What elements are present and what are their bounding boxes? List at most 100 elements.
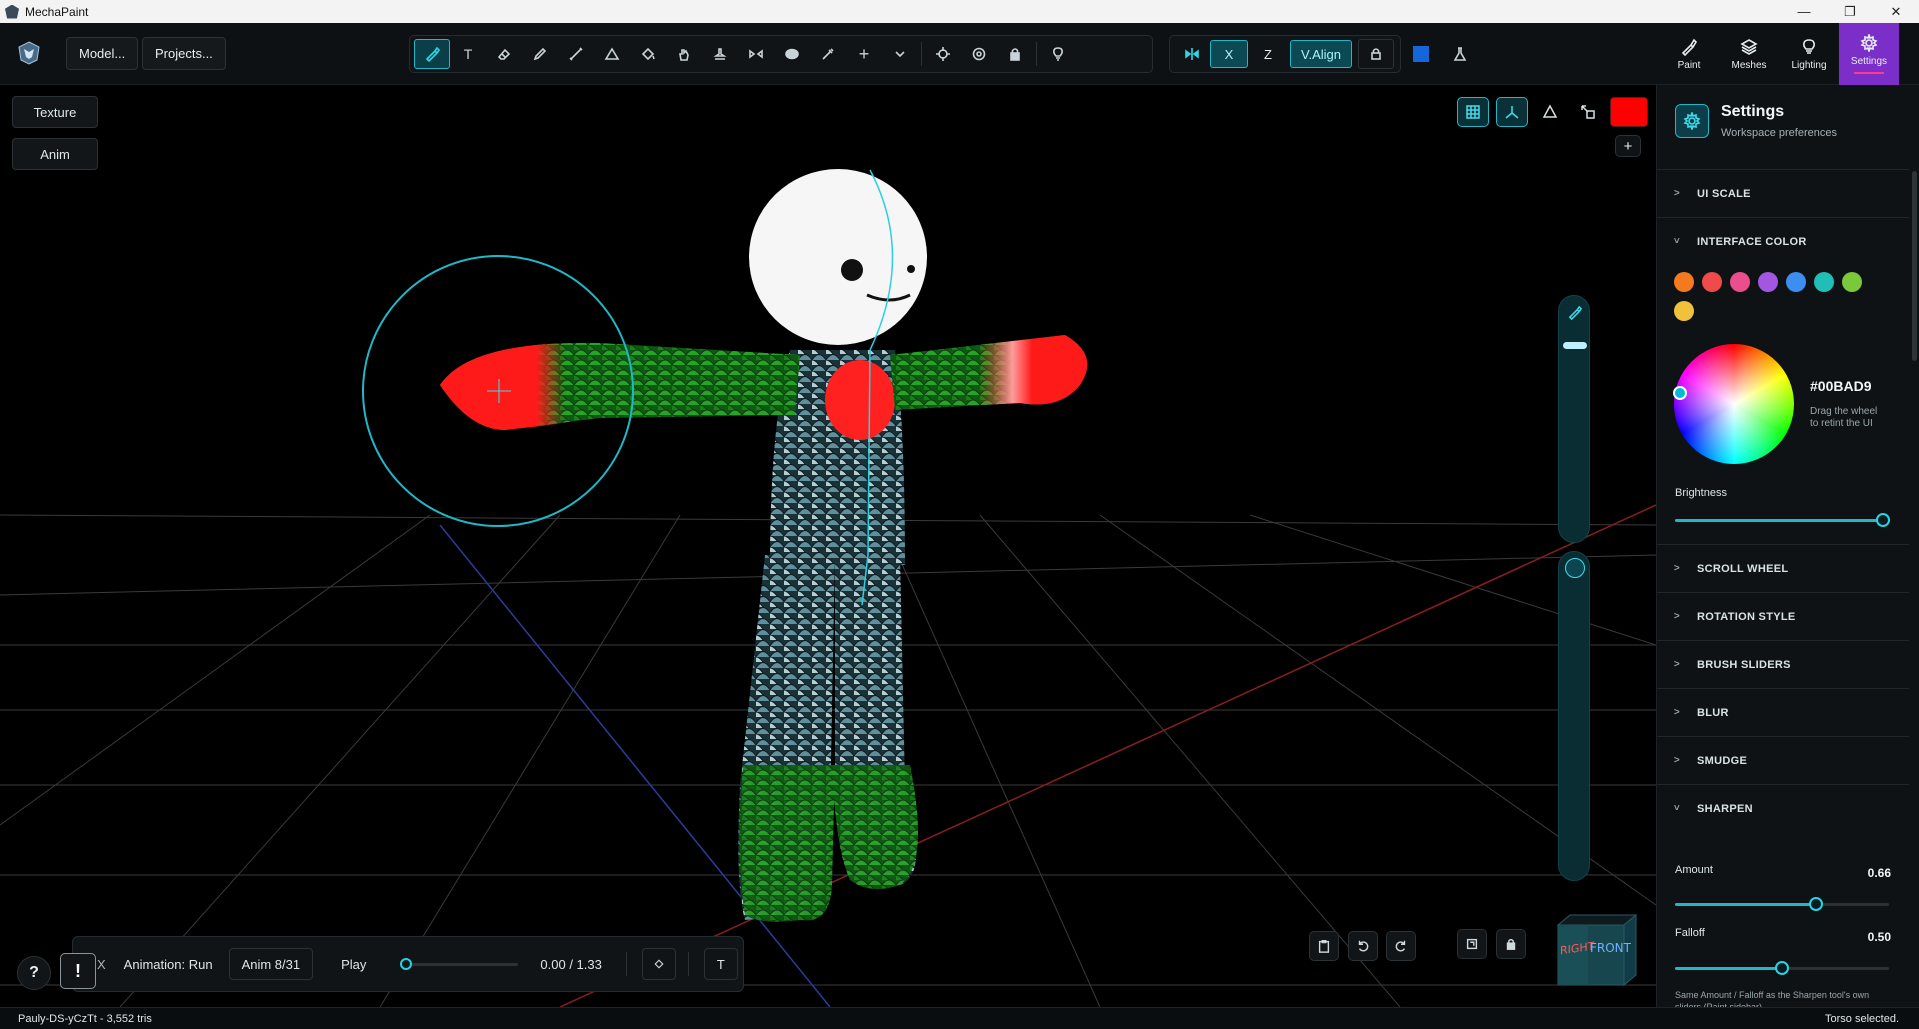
timeline-knob[interactable] (400, 957, 413, 970)
wireframe-toggle[interactable] (1534, 97, 1566, 127)
mode-tab-lighting[interactable]: Lighting (1779, 23, 1839, 85)
color-swatch[interactable] (1730, 272, 1750, 292)
model-menu-button[interactable]: Model... (66, 37, 139, 70)
animation-counter[interactable]: Anim 8/31 (228, 948, 314, 980)
close-button[interactable]: ✕ (1873, 0, 1919, 23)
brush-size-handle[interactable] (1563, 342, 1587, 349)
chevron-down-icon (895, 51, 905, 58)
scene-canvas[interactable] (0, 85, 1656, 1007)
animation-timeline[interactable] (400, 957, 519, 970)
section-smudge[interactable]: > SMUDGE (1657, 736, 1909, 784)
mode-tab-paint[interactable]: Paint (1659, 23, 1719, 85)
minimize-button[interactable]: — (1781, 0, 1827, 23)
slider-knob[interactable] (1775, 961, 1789, 975)
add-viewport-button[interactable]: + (1615, 135, 1641, 157)
brightness-slider[interactable] (1675, 513, 1890, 527)
section-rotation-style[interactable]: > ROTATION STYLE (1657, 592, 1909, 640)
opacity-handle[interactable] (1565, 558, 1585, 578)
color-swatch[interactable] (1702, 272, 1722, 292)
3d-viewport[interactable]: + X Animation: Run Anim 8/31 Play 0.00 /… (0, 85, 1656, 1007)
projects-menu-button[interactable]: Projects... (142, 37, 226, 70)
slider-knob[interactable] (1809, 897, 1824, 911)
color-swatch[interactable] (1842, 272, 1862, 292)
symmetry-group: X Z V.Align (1169, 35, 1401, 73)
brush-size-slider[interactable] (1558, 295, 1590, 543)
texture-button[interactable]: Texture (12, 96, 98, 128)
grid-icon (1466, 105, 1480, 119)
grid-toggle[interactable] (1457, 97, 1489, 127)
smudge-tool[interactable] (666, 39, 702, 69)
light-tool[interactable] (1040, 39, 1076, 69)
brush-tool[interactable] (414, 39, 450, 69)
brush-opacity-slider[interactable] (1558, 551, 1590, 881)
amount-slider[interactable] (1675, 897, 1889, 911)
axis-x-button[interactable]: X (1210, 40, 1248, 68)
divider (625, 952, 627, 976)
mode-tab-meshes[interactable]: Meshes (1719, 23, 1779, 85)
section-ui-scale[interactable]: > UI SCALE (1657, 169, 1909, 217)
section-brush-sliders[interactable]: > BRUSH SLIDERS (1657, 640, 1909, 688)
mirror-tool[interactable] (738, 39, 774, 69)
slider-knob[interactable] (1876, 513, 1890, 527)
mech-logo-icon[interactable] (16, 40, 42, 66)
eyedropper-tool[interactable] (810, 39, 846, 69)
frame-view-button[interactable] (1457, 929, 1487, 959)
x-axis-line (559, 504, 1656, 1007)
color-swatch[interactable] (1814, 272, 1834, 292)
color-wheel-handle[interactable] (1673, 386, 1687, 400)
animation-fill-button[interactable] (641, 948, 676, 980)
triangle-tool[interactable] (594, 39, 630, 69)
brush-icon (1568, 305, 1582, 320)
undo-button[interactable] (1348, 931, 1378, 961)
view-cube-front-label[interactable]: FRONT (1590, 941, 1631, 955)
panel-scrollbar[interactable] (1912, 171, 1917, 361)
color-wheel[interactable] (1674, 344, 1794, 464)
line-tool[interactable] (558, 39, 594, 69)
maximize-button[interactable]: ❐ (1827, 0, 1873, 23)
stamp-tool[interactable] (702, 39, 738, 69)
mode-tab-settings[interactable]: Settings (1839, 23, 1899, 85)
valign-button[interactable]: V.Align (1290, 40, 1352, 68)
text-icon: T (463, 46, 473, 62)
line-icon (569, 47, 583, 61)
more-tools[interactable] (882, 39, 918, 69)
alerts-button[interactable]: ! (60, 953, 96, 989)
axes-toggle[interactable] (1496, 97, 1528, 127)
blob-tool[interactable] (774, 39, 810, 69)
add-tool[interactable]: + (846, 39, 882, 69)
symmetry-lock-button[interactable] (1358, 39, 1394, 69)
symmetry-toggle[interactable] (1174, 39, 1210, 69)
anim-button[interactable]: Anim (12, 138, 98, 170)
redo-button[interactable] (1386, 931, 1416, 961)
gear-icon (1860, 34, 1878, 52)
section-sharpen[interactable]: ˅ SHARPEN (1657, 784, 1909, 832)
animation-t-button[interactable]: T (703, 948, 738, 980)
color-swatch[interactable] (1786, 272, 1806, 292)
lock-camera-button[interactable] (1496, 929, 1526, 959)
section-scroll-wheel[interactable]: > SCROLL WHEEL (1657, 544, 1909, 592)
fill-tool[interactable] (630, 39, 666, 69)
fill-bucket-icon (654, 959, 664, 969)
axis-z-button[interactable]: Z (1248, 40, 1288, 68)
crosshair-tool[interactable] (925, 39, 961, 69)
clipboard-icon (1318, 940, 1330, 953)
color-swatch[interactable] (1674, 272, 1694, 292)
flask-button[interactable] (1442, 39, 1478, 69)
pen-tool[interactable] (522, 39, 558, 69)
help-button[interactable]: ? (17, 956, 51, 990)
eraser-tool[interactable] (486, 39, 522, 69)
swap-view-button[interactable] (1572, 97, 1604, 127)
close-animation-button[interactable]: X (97, 957, 106, 972)
section-blur[interactable]: > BLUR (1657, 688, 1909, 736)
color-swatch[interactable] (1758, 272, 1778, 292)
section-interface-color[interactable]: ˅ INTERFACE COLOR (1657, 217, 1909, 265)
play-button[interactable]: Play (341, 957, 366, 972)
target-tool[interactable] (961, 39, 997, 69)
text-tool[interactable]: T (450, 39, 486, 69)
lock-tool[interactable] (997, 39, 1033, 69)
falloff-slider[interactable] (1675, 961, 1889, 975)
clipboard-button[interactable] (1309, 931, 1339, 961)
color-swatch-button[interactable] (1403, 39, 1439, 69)
color-swatch[interactable] (1674, 301, 1694, 321)
paint-color-swatch[interactable] (1610, 97, 1648, 127)
